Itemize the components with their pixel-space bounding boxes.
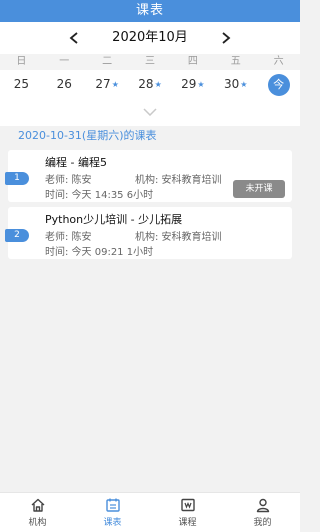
calendar: 2020年10月 日 一 二 三 四 五 六 25 26 27★ 28★ 29★… xyxy=(0,22,300,126)
weekday-header: 日 一 二 三 四 五 六 xyxy=(0,54,300,70)
weekday-label: 三 xyxy=(145,56,155,67)
course-index-badge: 2 xyxy=(5,229,29,242)
calendar-day[interactable]: 27★ xyxy=(86,72,129,96)
next-month-button[interactable] xyxy=(218,30,234,46)
chevron-down-icon xyxy=(143,108,157,116)
week-days-row: 25 26 27★ 28★ 29★ 30★ 今 xyxy=(0,72,300,96)
day-number: 30 xyxy=(224,77,240,91)
month-label: 2020年10月 xyxy=(112,30,188,45)
expand-calendar-button[interactable] xyxy=(142,106,158,118)
month-switcher: 2020年10月 xyxy=(0,22,300,54)
today-marker: 今 xyxy=(267,74,290,96)
tab-label: 我的 xyxy=(253,518,272,528)
weekday-label: 四 xyxy=(187,56,198,67)
calendar-day[interactable]: 25 xyxy=(0,72,43,96)
course-organization: 机构: 安科教育培训 xyxy=(135,232,222,243)
calendar-day[interactable]: 28★ xyxy=(129,72,172,96)
course-icon xyxy=(180,498,195,512)
tab-profile[interactable]: 我的 xyxy=(225,493,300,532)
calendar-day[interactable]: 26 xyxy=(43,72,86,96)
has-class-star-icon: ★ xyxy=(197,80,205,89)
course-index-badge: 1 xyxy=(5,172,29,185)
user-icon xyxy=(256,498,269,513)
course-card[interactable]: 1 编程 - 编程5 老师: 陈安 机构: 安科教育培训 时间: 今天 14:3… xyxy=(5,150,292,202)
tab-schedule[interactable]: 课表 xyxy=(75,493,150,532)
course-teacher: 老师: 陈安 xyxy=(45,232,92,243)
tab-label: 课表 xyxy=(103,518,122,528)
day-number: 25 xyxy=(13,77,30,91)
course-title: Python少儿培训 - 少儿拓展 xyxy=(45,213,183,226)
has-class-star-icon: ★ xyxy=(111,80,119,89)
tab-label: 课程 xyxy=(178,518,197,528)
course-title: 编程 - 编程5 xyxy=(45,156,107,169)
course-time: 时间: 今天 09:21 1小时 xyxy=(45,247,154,258)
chevron-right-icon xyxy=(222,32,231,44)
course-status-button[interactable]: 未开课 xyxy=(233,180,285,198)
weekday-label: 二 xyxy=(102,56,113,67)
course-card[interactable]: 2 Python少儿培训 - 少儿拓展 老师: 陈安 机构: 安科教育培训 时间… xyxy=(5,207,292,259)
has-class-star-icon: ★ xyxy=(154,80,162,89)
tab-label: 机构 xyxy=(28,518,47,528)
course-teacher: 老师: 陈安 xyxy=(45,175,92,186)
day-number: 27 xyxy=(95,77,111,91)
weekday-label: 五 xyxy=(230,56,241,67)
bottom-tab-bar: 机构 课表 课程 我的 xyxy=(0,492,300,532)
home-icon xyxy=(31,498,44,512)
calendar-day[interactable]: 30★ xyxy=(214,72,257,96)
calendar-day-today[interactable]: 今 xyxy=(257,72,300,96)
tab-institution[interactable]: 机构 xyxy=(0,493,75,532)
course-organization: 机构: 安科教育培训 xyxy=(135,175,222,186)
day-number: 26 xyxy=(56,77,72,91)
has-class-star-icon: ★ xyxy=(240,80,248,89)
calendar-day[interactable]: 29★ xyxy=(171,72,214,96)
day-number: 29 xyxy=(181,77,197,91)
page-title: 课表 xyxy=(0,0,300,22)
weekday-label: 一 xyxy=(59,56,70,67)
schedule-date-heading: 2020-10-31(星期六)的课表 xyxy=(18,129,157,142)
tab-courses[interactable]: 课程 xyxy=(150,493,225,532)
day-number: 28 xyxy=(138,77,154,91)
weekday-label: 六 xyxy=(273,56,284,67)
chevron-left-icon xyxy=(69,32,78,44)
previous-month-button[interactable] xyxy=(66,30,82,46)
course-time: 时间: 今天 14:35 6小时 xyxy=(45,190,154,201)
weekday-label: 日 xyxy=(16,56,27,67)
calendar-icon xyxy=(105,498,120,512)
